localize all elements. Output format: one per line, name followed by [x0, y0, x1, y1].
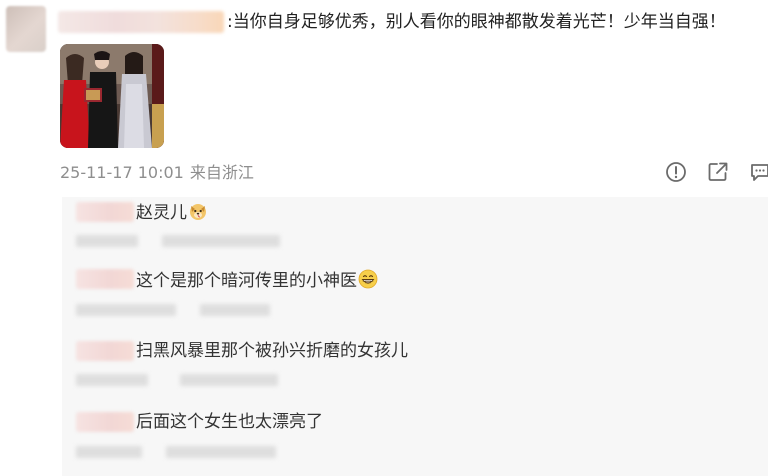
reply-sub-blurred	[162, 235, 280, 247]
reply-username-blurred[interactable]	[76, 412, 134, 432]
reply-sub-blurred	[166, 446, 276, 458]
dog-emoji	[188, 201, 208, 221]
comment-meta: 25-11-17 10:01 来自浙江	[60, 163, 254, 183]
reply-username-blurred[interactable]	[76, 202, 134, 222]
reply-sub-blurred	[180, 374, 278, 386]
reply-sub-blurred	[200, 304, 270, 316]
reply-sub-blurred	[76, 446, 142, 458]
grin-emoji	[358, 269, 378, 289]
location: 来自浙江	[189, 163, 254, 182]
reply-text: 赵灵儿	[136, 203, 187, 223]
attached-photo[interactable]	[60, 44, 164, 148]
username-blurred[interactable]	[58, 11, 224, 33]
comment-icon[interactable]	[748, 160, 768, 184]
reply-username-blurred[interactable]	[76, 341, 134, 361]
timestamp: 25-11-17 10:01	[60, 163, 184, 182]
share-icon[interactable]	[706, 160, 730, 184]
reply-text: 后面这个女生也太漂亮了	[136, 412, 323, 432]
reply-username-blurred[interactable]	[76, 269, 134, 289]
reply-text: 这个是那个暗河传里的小神医	[136, 271, 357, 291]
comment-text: :当你自身足够优秀，别人看你的眼神都散发着光芒！少年当自强！	[227, 12, 726, 32]
reply-sub-blurred	[76, 235, 138, 247]
report-icon[interactable]	[664, 160, 688, 184]
reply-text: 扫黑风暴里那个被孙兴折磨的女孩儿	[136, 341, 408, 361]
reply-list: 赵灵儿 这个是那个暗河传里的小神医 扫黑风暴里那个被孙兴折磨的女孩儿 后面这个女…	[62, 197, 768, 476]
reply-sub-blurred	[76, 374, 148, 386]
avatar[interactable]	[6, 6, 46, 52]
reply-sub-blurred	[76, 304, 176, 316]
